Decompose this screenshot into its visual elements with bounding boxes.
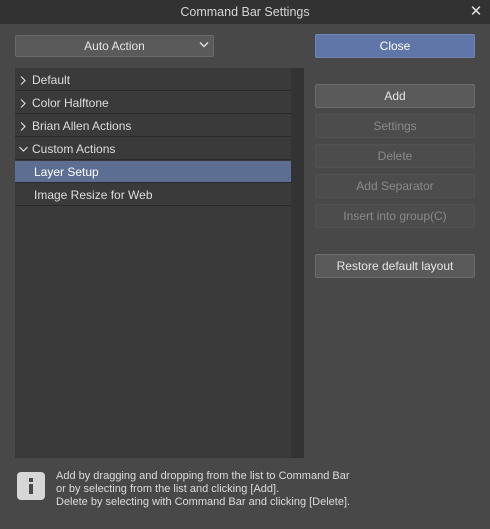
help-text: Add by dragging and dropping from the li… <box>56 470 486 509</box>
help-line: Delete by selecting with Command Bar and… <box>56 496 351 508</box>
close-icon[interactable]: ✕ <box>462 0 490 24</box>
add-button[interactable]: Add <box>315 84 475 108</box>
add-separator-button[interactable]: Add Separator <box>315 174 475 198</box>
action-set-dropdown[interactable]: Auto Action <box>15 35 214 57</box>
list-item-label: Custom Actions <box>32 142 116 156</box>
chevron-right-icon <box>20 76 26 85</box>
list-item-image-resize-for-web[interactable]: Image Resize for Web <box>15 184 292 206</box>
title-bar: Command Bar Settings ✕ <box>0 0 490 24</box>
list-item-custom-actions[interactable]: Custom Actions <box>15 138 292 160</box>
list-item-brian-allen-actions[interactable]: Brian Allen Actions <box>15 115 292 137</box>
chevron-right-icon <box>20 99 26 108</box>
chevron-right-icon <box>20 122 26 131</box>
list-item-label: Color Halftone <box>32 96 109 110</box>
help-line: Add by dragging and dropping from the li… <box>56 470 350 482</box>
restore-default-layout-button[interactable]: Restore default layout <box>315 254 475 278</box>
help-line: or by selecting from the list and clicki… <box>56 483 280 495</box>
window-title: Command Bar Settings <box>180 5 310 19</box>
dropdown-value: Auto Action <box>84 39 145 53</box>
settings-button[interactable]: Settings <box>315 114 475 138</box>
list-item-default[interactable]: Default <box>15 69 292 91</box>
list-item-label: Brian Allen Actions <box>32 119 132 133</box>
info-icon <box>17 472 45 500</box>
close-button[interactable]: Close <box>315 34 475 58</box>
list-item-label: Layer Setup <box>34 165 99 179</box>
action-list[interactable]: Default Color Halftone Brian Allen Actio… <box>15 68 304 458</box>
chevron-down-icon <box>199 42 209 48</box>
insert-into-group-button[interactable]: Insert into group(C) <box>315 204 475 228</box>
delete-button[interactable]: Delete <box>315 144 475 168</box>
list-item-color-halftone[interactable]: Color Halftone <box>15 92 292 114</box>
list-scrollbar[interactable] <box>291 68 304 458</box>
list-item-label: Default <box>32 73 71 87</box>
list-item-label: Image Resize for Web <box>34 188 153 202</box>
chevron-down-icon <box>19 146 28 152</box>
list-item-layer-setup[interactable]: Layer Setup <box>15 161 292 183</box>
